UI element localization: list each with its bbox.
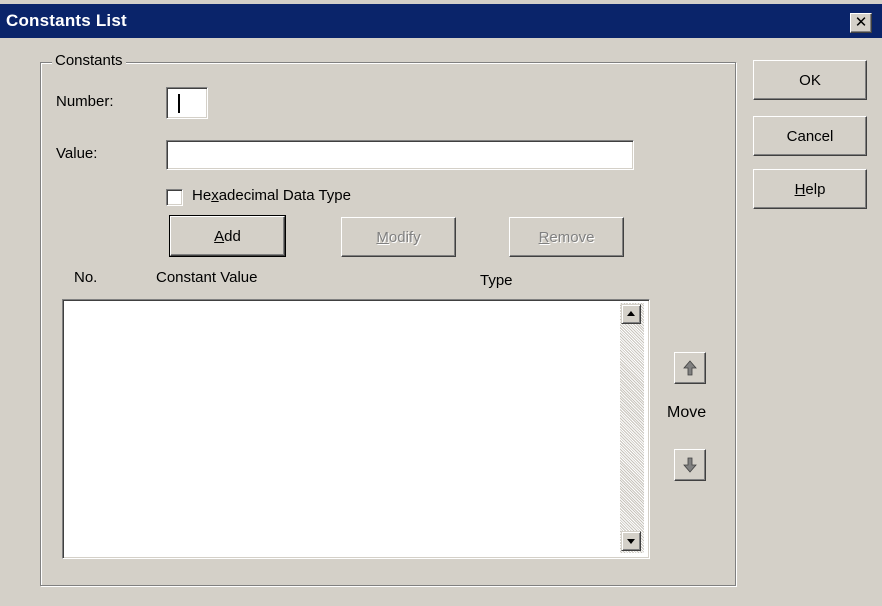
constants-list[interactable] [62, 299, 650, 559]
move-label: Move [667, 404, 707, 421]
down-arrow-icon [683, 457, 697, 473]
hexadecimal-label-rest: adecimal Data Type [218, 187, 351, 204]
ok-button[interactable]: OK [753, 60, 867, 100]
hexadecimal-label: Hexadecimal Data Type [192, 187, 351, 204]
value-field[interactable] [166, 140, 634, 170]
hexadecimal-checkbox[interactable] [166, 189, 183, 206]
value-label: Value: [56, 145, 98, 162]
help-label-rest: elp [805, 180, 826, 198]
close-button[interactable]: ✕ [850, 13, 872, 33]
scroll-up-arrow-icon [627, 311, 635, 316]
add-button[interactable]: Add [169, 215, 286, 257]
scroll-down-button[interactable] [621, 531, 641, 551]
add-accesskey: A [214, 227, 225, 245]
remove-label-rest: emove [549, 228, 595, 246]
modify-label-rest: odify [388, 228, 421, 246]
scroll-up-button[interactable] [621, 304, 641, 324]
remove-button[interactable]: Remove [509, 217, 624, 257]
cancel-button[interactable]: Cancel [753, 116, 867, 156]
help-accesskey: H [794, 180, 806, 198]
title-bar: Constants List ✕ [0, 4, 882, 38]
number-field[interactable] [166, 87, 208, 119]
column-header-constant-value: Constant Value [156, 269, 258, 286]
column-header-no: No. [74, 269, 98, 286]
add-label-rest: dd [224, 227, 241, 245]
remove-accesskey: R [538, 228, 550, 246]
help-button[interactable]: Help [753, 169, 867, 209]
modify-button[interactable]: Modify [341, 217, 456, 257]
move-down-button[interactable] [674, 449, 706, 481]
window-title: Constants List [6, 11, 127, 30]
modify-accesskey: M [376, 228, 389, 246]
move-up-button[interactable] [674, 352, 706, 384]
number-label: Number: [56, 93, 114, 110]
column-header-type: Type [480, 272, 513, 289]
constants-group-label: Constants [52, 52, 126, 69]
up-arrow-icon [683, 360, 697, 376]
text-caret [178, 94, 180, 113]
constants-list-dialog: Constants List ✕ Constants Number: Value… [0, 0, 882, 606]
hexadecimal-label-part: He [192, 187, 212, 204]
vertical-scrollbar[interactable] [620, 303, 644, 553]
scroll-down-arrow-icon [627, 539, 635, 544]
hexadecimal-label-accesskey: x [211, 187, 219, 204]
